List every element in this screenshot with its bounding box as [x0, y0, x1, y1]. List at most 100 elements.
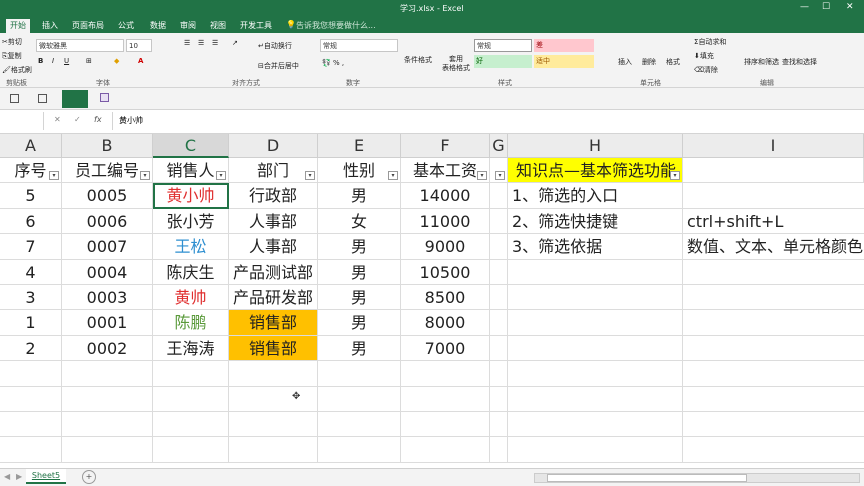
empty-cell[interactable] [683, 412, 864, 438]
table-cell[interactable]: 产品测试部 [229, 259, 318, 285]
table-cell[interactable] [490, 183, 508, 209]
table-cell[interactable]: 0004 [62, 259, 153, 285]
table-cell[interactable] [490, 234, 508, 260]
empty-cell[interactable] [683, 387, 864, 412]
empty-cell[interactable] [683, 437, 864, 463]
empty-cell[interactable] [318, 412, 401, 438]
table-cell[interactable]: 销售部 [229, 310, 318, 336]
table-cell[interactable]: 张小芳 [153, 208, 229, 235]
cancel-icon[interactable]: ✕ [54, 115, 61, 124]
table-cell[interactable]: 人事部 [229, 234, 318, 260]
empty-cell[interactable] [229, 437, 318, 463]
table-cell[interactable]: 数值、文本、单元格颜色、 [683, 234, 864, 260]
style-normal[interactable]: 常规 [474, 39, 532, 52]
worksheet-grid[interactable]: A B C D E F G H I 序号 ▾ 员工编号 ▾ 销售人 ▾ 部门 ▾ 性别 ▾ 基本工资 ▾ ▾ 知识点—基本筛… [0, 134, 864, 468]
empty-cell[interactable] [401, 437, 490, 463]
delete-cells-button[interactable]: 删除 [642, 57, 656, 67]
filter-dropdown-icon[interactable]: ▾ [49, 171, 59, 181]
table-cell[interactable]: 王松 [153, 234, 229, 260]
table-cell[interactable]: 0002 [62, 335, 153, 362]
number-format-select[interactable]: 常规 [320, 39, 398, 52]
empty-cell[interactable] [490, 437, 508, 463]
table-cell[interactable]: 1 [0, 310, 62, 336]
empty-cell[interactable] [401, 412, 490, 438]
horizontal-scrollbar[interactable] [534, 473, 860, 483]
table-cell[interactable]: 王海涛 [153, 335, 229, 362]
table-cell[interactable] [490, 259, 508, 285]
table-cell[interactable] [508, 335, 683, 362]
column-header-h[interactable]: H [508, 134, 683, 158]
table-cell[interactable] [683, 285, 864, 311]
sheet-tab[interactable]: Sheet5 [26, 469, 66, 484]
enter-icon[interactable]: ✓ [74, 115, 81, 124]
table-cell[interactable]: 0006 [62, 208, 153, 235]
table-cell[interactable]: 7 [0, 234, 62, 260]
tell-me-input[interactable]: 告诉我您想要做什么... [296, 20, 376, 31]
table-cell[interactable]: 10500 [401, 259, 490, 285]
table-cell[interactable]: 陈庆生 [153, 259, 229, 285]
empty-cell[interactable] [318, 437, 401, 463]
table-cell[interactable]: 男 [318, 335, 401, 362]
table-cell[interactable]: 2 [0, 335, 62, 362]
name-box[interactable] [0, 112, 44, 130]
border-button[interactable]: ⊞ [86, 57, 92, 65]
table-cell[interactable]: 黄帅 [153, 285, 229, 311]
formula-input[interactable]: 黄小帅 [112, 112, 862, 130]
tab-review[interactable]: 审阅 [176, 19, 200, 33]
currency-button[interactable]: 💱 % , [322, 59, 344, 67]
tab-data[interactable]: 数据 [146, 19, 170, 33]
empty-cell[interactable] [153, 361, 229, 387]
scroll-right-icon[interactable]: ▶ [16, 472, 22, 481]
tab-insert[interactable]: 插入 [38, 19, 62, 33]
table-cell[interactable]: 销售部 [229, 335, 318, 362]
table-cell[interactable]: 女 [318, 208, 401, 235]
italic-button[interactable]: I [52, 57, 54, 65]
table-cell[interactable]: 9000 [401, 234, 490, 260]
maximize-button[interactable]: ☐ [822, 2, 830, 12]
table-cell[interactable]: 3 [0, 285, 62, 311]
empty-cell[interactable] [0, 412, 62, 438]
scrollbar-thumb[interactable] [547, 474, 747, 482]
filter-dropdown-icon[interactable]: ▾ [670, 171, 680, 181]
empty-cell[interactable] [490, 412, 508, 438]
filter-dropdown-icon[interactable]: ▾ [477, 171, 487, 181]
table-cell[interactable]: 陈鹏 [153, 310, 229, 336]
fill-button[interactable]: ⬇填充 [694, 51, 714, 61]
filter-dropdown-icon[interactable]: ▾ [140, 171, 150, 181]
active-cell[interactable]: 黄小帅 [153, 183, 229, 209]
fill-color-button[interactable]: ◆ [114, 57, 119, 65]
sort-filter-button[interactable]: 排序和筛选 [744, 57, 779, 67]
table-cell[interactable] [683, 260, 864, 285]
filter-dropdown-icon[interactable]: ▾ [495, 171, 505, 181]
table-cell[interactable]: 人事部 [229, 208, 318, 235]
table-cell[interactable]: 5 [0, 183, 62, 209]
conditional-format-button[interactable]: 条件格式 [404, 55, 432, 65]
wrap-text-button[interactable]: ↵自动换行 [258, 41, 292, 51]
table-cell[interactable] [490, 208, 508, 235]
empty-cell[interactable] [508, 386, 683, 412]
table-cell[interactable]: 男 [318, 259, 401, 285]
add-sheet-button[interactable]: + [82, 470, 96, 484]
table-cell[interactable] [683, 336, 864, 362]
header-cell[interactable]: ▾ [490, 158, 508, 184]
save-icon[interactable] [100, 93, 109, 102]
empty-cell[interactable] [153, 437, 229, 463]
knowledge-header-cell[interactable]: 知识点—基本筛选功能 ▾ [508, 158, 683, 184]
table-cell[interactable]: 14000 [401, 183, 490, 209]
column-header-i[interactable]: I [683, 134, 864, 158]
style-bad[interactable]: 差 [534, 39, 594, 52]
column-header-b[interactable]: B [62, 134, 153, 158]
empty-cell[interactable] [683, 361, 864, 387]
close-button[interactable]: ✕ [846, 2, 854, 12]
find-select-button[interactable]: 查找和选择 [782, 57, 817, 67]
empty-cell[interactable] [490, 361, 508, 387]
empty-cell[interactable] [508, 361, 683, 387]
header-cell[interactable]: 基本工资 ▾ [401, 158, 490, 184]
tab-formulas[interactable]: 公式 [114, 19, 138, 33]
fx-button[interactable]: fx [94, 115, 102, 124]
table-cell[interactable]: 行政部 [229, 183, 318, 209]
clear-button[interactable]: ⌫清除 [694, 65, 718, 75]
table-cell[interactable]: 2、筛选快捷键 [508, 208, 683, 235]
autosum-button[interactable]: Σ自动求和 [694, 37, 726, 47]
table-cell[interactable] [508, 285, 683, 311]
